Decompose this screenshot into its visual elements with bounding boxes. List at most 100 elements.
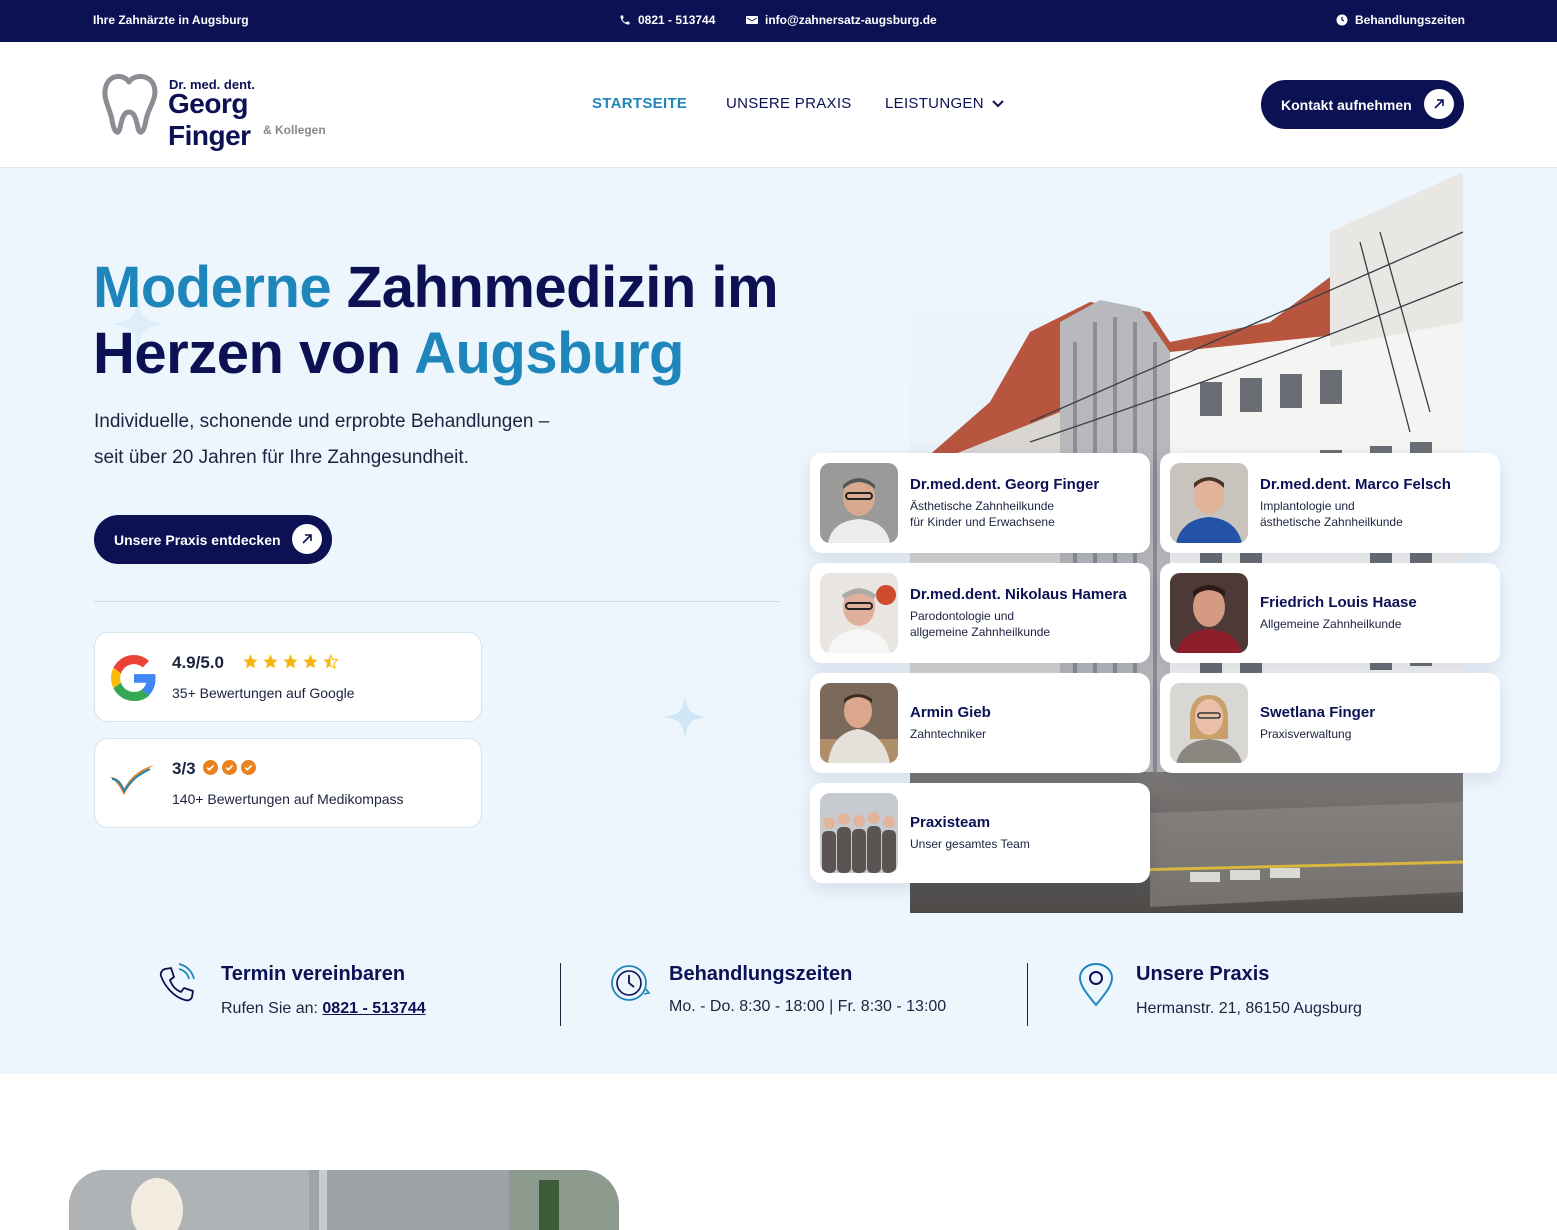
hero-subtitle-line: Individuelle, schonende und erprobte Beh… — [94, 411, 550, 432]
badge-rating — [203, 760, 256, 775]
team-role: Praxisverwaltung — [1260, 727, 1352, 741]
hero-subtitle: Individuelle, schonende und erprobte Beh… — [94, 404, 654, 476]
star-icon — [243, 654, 258, 669]
site-header: Dr. med. dent. Georg Finger & Kollegen S… — [0, 42, 1557, 168]
hero-title-text: Herzen von — [93, 321, 415, 386]
contact-button[interactable]: Kontakt aufnehmen — [1261, 80, 1464, 129]
team-role: Zahntechniker — [910, 727, 987, 741]
medikompass-review-count: 140+ Bewertungen auf Medikompass — [172, 791, 404, 807]
team-role: Allgemeine Zahnheilkunde — [1260, 617, 1402, 631]
hero-title-accent: Augsburg — [414, 321, 684, 386]
star-icon — [263, 654, 278, 669]
star-icon — [303, 654, 318, 669]
phone-call-icon — [159, 963, 195, 1002]
team-name: Swetlana Finger — [1260, 704, 1376, 721]
medikompass-rating-card[interactable]: 3/3 140+ Bewertungen auf Medikompass — [94, 738, 482, 828]
top-bar: Ihre Zahnärzte in Augsburg 0821 - 513744… — [0, 0, 1557, 42]
team-card[interactable]: Friedrich Louis Haase Allgemeine Zahnheil… — [1160, 563, 1500, 663]
topbar-email: info@zahnersatz-augsburg.de — [765, 13, 937, 27]
google-rating-card[interactable]: 4.9/5.0 35+ Bewertungen auf Google — [94, 632, 482, 722]
location-address: Hermanstr. 21, 86150 Augsburg — [1136, 1000, 1362, 1017]
practice-interior-image — [69, 1170, 619, 1230]
logo-subtitle: & Kollegen — [263, 123, 326, 137]
team-name: Friedrich Louis Haase — [1260, 594, 1417, 611]
team-name: Armin Gieb — [910, 704, 991, 721]
team-card[interactable]: Dr.med.dent. Marco Felsch Implantologie u… — [1160, 453, 1500, 553]
check-badge-icon — [241, 760, 256, 775]
contact-button-label: Kontakt aufnehmen — [1281, 96, 1412, 113]
team-photo — [820, 463, 898, 543]
mail-icon — [746, 16, 758, 24]
location-title: Unsere Praxis — [1136, 963, 1270, 985]
appointment-prefix: Rufen Sie an: — [221, 1000, 323, 1017]
check-badge-icon — [222, 760, 237, 775]
team-role: Unser gesamtes Team — [910, 837, 1030, 851]
info-divider — [1027, 963, 1028, 1026]
team-photo — [1170, 683, 1248, 763]
hours-info: Behandlungszeiten Mo. - Do. 8:30 - 18:00… — [669, 963, 946, 1016]
topbar-phone-link[interactable]: 0821 - 513744 — [619, 13, 715, 27]
team-role: Ästhetische Zahnheilkunde für Kinder und… — [910, 499, 1055, 529]
arrow-up-right-icon — [1424, 89, 1454, 119]
chevron-down-icon — [992, 99, 1004, 107]
logo-name: Georg Finger — [168, 88, 251, 151]
arrow-up-right-icon — [292, 524, 322, 554]
team-card[interactable]: Dr.med.dent. Georg Finger Ästhetische Zah… — [810, 453, 1150, 553]
location-pin-icon — [1078, 963, 1114, 1007]
team-photo — [1170, 573, 1248, 653]
nav-startseite[interactable]: STARTSEITE — [592, 95, 687, 112]
star-rating — [242, 653, 339, 670]
team-card[interactable]: Dr.med.dent. Nikolaus Hamera Parodontolog… — [810, 563, 1150, 663]
team-name: Dr.med.dent. Marco Felsch — [1260, 476, 1451, 493]
team-name: Praxisteam — [910, 814, 991, 831]
topbar-hours: Behandlungszeiten — [1355, 13, 1466, 27]
clock-icon — [1336, 14, 1348, 26]
medikompass-score: 3/3 — [172, 759, 196, 778]
check-badge-icon — [203, 760, 218, 775]
hero-subtitle-line: seit über 20 Jahren für Ihre Zahngesundh… — [94, 447, 469, 468]
team-role: Parodontologie und allgemeine Zahnheilku… — [910, 609, 1051, 639]
team-card[interactable]: Armin Gieb Zahntechniker — [810, 673, 1150, 773]
appointment-info: Termin vereinbaren Rufen Sie an: 0821 - … — [221, 963, 426, 1018]
medikompass-logo-icon — [110, 765, 154, 795]
hours-text: Mo. - Do. 8:30 - 18:00 | Fr. 8:30 - 13:0… — [669, 998, 947, 1015]
hero-title: Moderne Zahnmedizin im Herzen von Augsbu… — [93, 255, 779, 387]
hours-title: Behandlungszeiten — [669, 963, 853, 985]
team-card[interactable]: Swetlana Finger Praxisverwaltung — [1160, 673, 1500, 773]
topbar-email-link[interactable]: info@zahnersatz-augsburg.de — [746, 13, 937, 27]
nav-leistungen-label: LEISTUNGEN — [885, 95, 984, 112]
team-photo — [820, 793, 898, 873]
topbar-phone: 0821 - 513744 — [638, 13, 716, 27]
discover-practice-button[interactable]: Unsere Praxis entdecken — [94, 515, 332, 564]
google-review-count: 35+ Bewertungen auf Google — [172, 685, 355, 701]
half-star-icon — [323, 654, 339, 670]
team-card[interactable]: Praxisteam Unser gesamtes Team — [810, 783, 1150, 883]
nav-unsere-praxis[interactable]: UNSERE PRAXIS — [726, 95, 852, 112]
google-score: 4.9/5.0 — [172, 653, 224, 672]
team-photo — [820, 573, 898, 653]
location-info: Unsere Praxis Hermanstr. 21, 86150 Augsb… — [1136, 963, 1362, 1018]
hero-title-text: Zahnmedizin im — [331, 255, 779, 320]
tagline: Ihre Zahnärzte in Augsburg — [93, 13, 249, 27]
team-name: Dr.med.dent. Georg Finger — [910, 476, 1100, 493]
sparkle-decor-icon — [662, 694, 708, 740]
clock-refresh-icon — [611, 965, 651, 1001]
info-divider — [560, 963, 561, 1026]
logo[interactable]: Dr. med. dent. Georg Finger & Kollegen — [96, 72, 336, 151]
google-logo-icon — [111, 655, 156, 701]
team-photo — [1170, 463, 1248, 543]
team-role: Implantologie und ästhetische Zahnheilku… — [1260, 499, 1403, 529]
star-icon — [283, 654, 298, 669]
discover-practice-label: Unsere Praxis entdecken — [114, 531, 281, 548]
tooth-logo-icon — [102, 74, 158, 135]
appointment-text: Rufen Sie an: 0821 - 513744 — [221, 1000, 426, 1018]
appointment-title: Termin vereinbaren — [221, 963, 406, 985]
hero-divider — [94, 601, 780, 602]
team-photo — [820, 683, 898, 763]
hero-title-accent: Moderne — [93, 255, 332, 320]
phone-icon — [620, 15, 630, 25]
appointment-phone-link[interactable]: 0821 - 513744 — [322, 1000, 425, 1017]
team-name: Dr.med.dent. Nikolaus Hamera — [910, 586, 1127, 603]
topbar-hours-link[interactable]: Behandlungszeiten — [1336, 13, 1465, 27]
nav-leistungen[interactable]: LEISTUNGEN — [885, 95, 1004, 112]
